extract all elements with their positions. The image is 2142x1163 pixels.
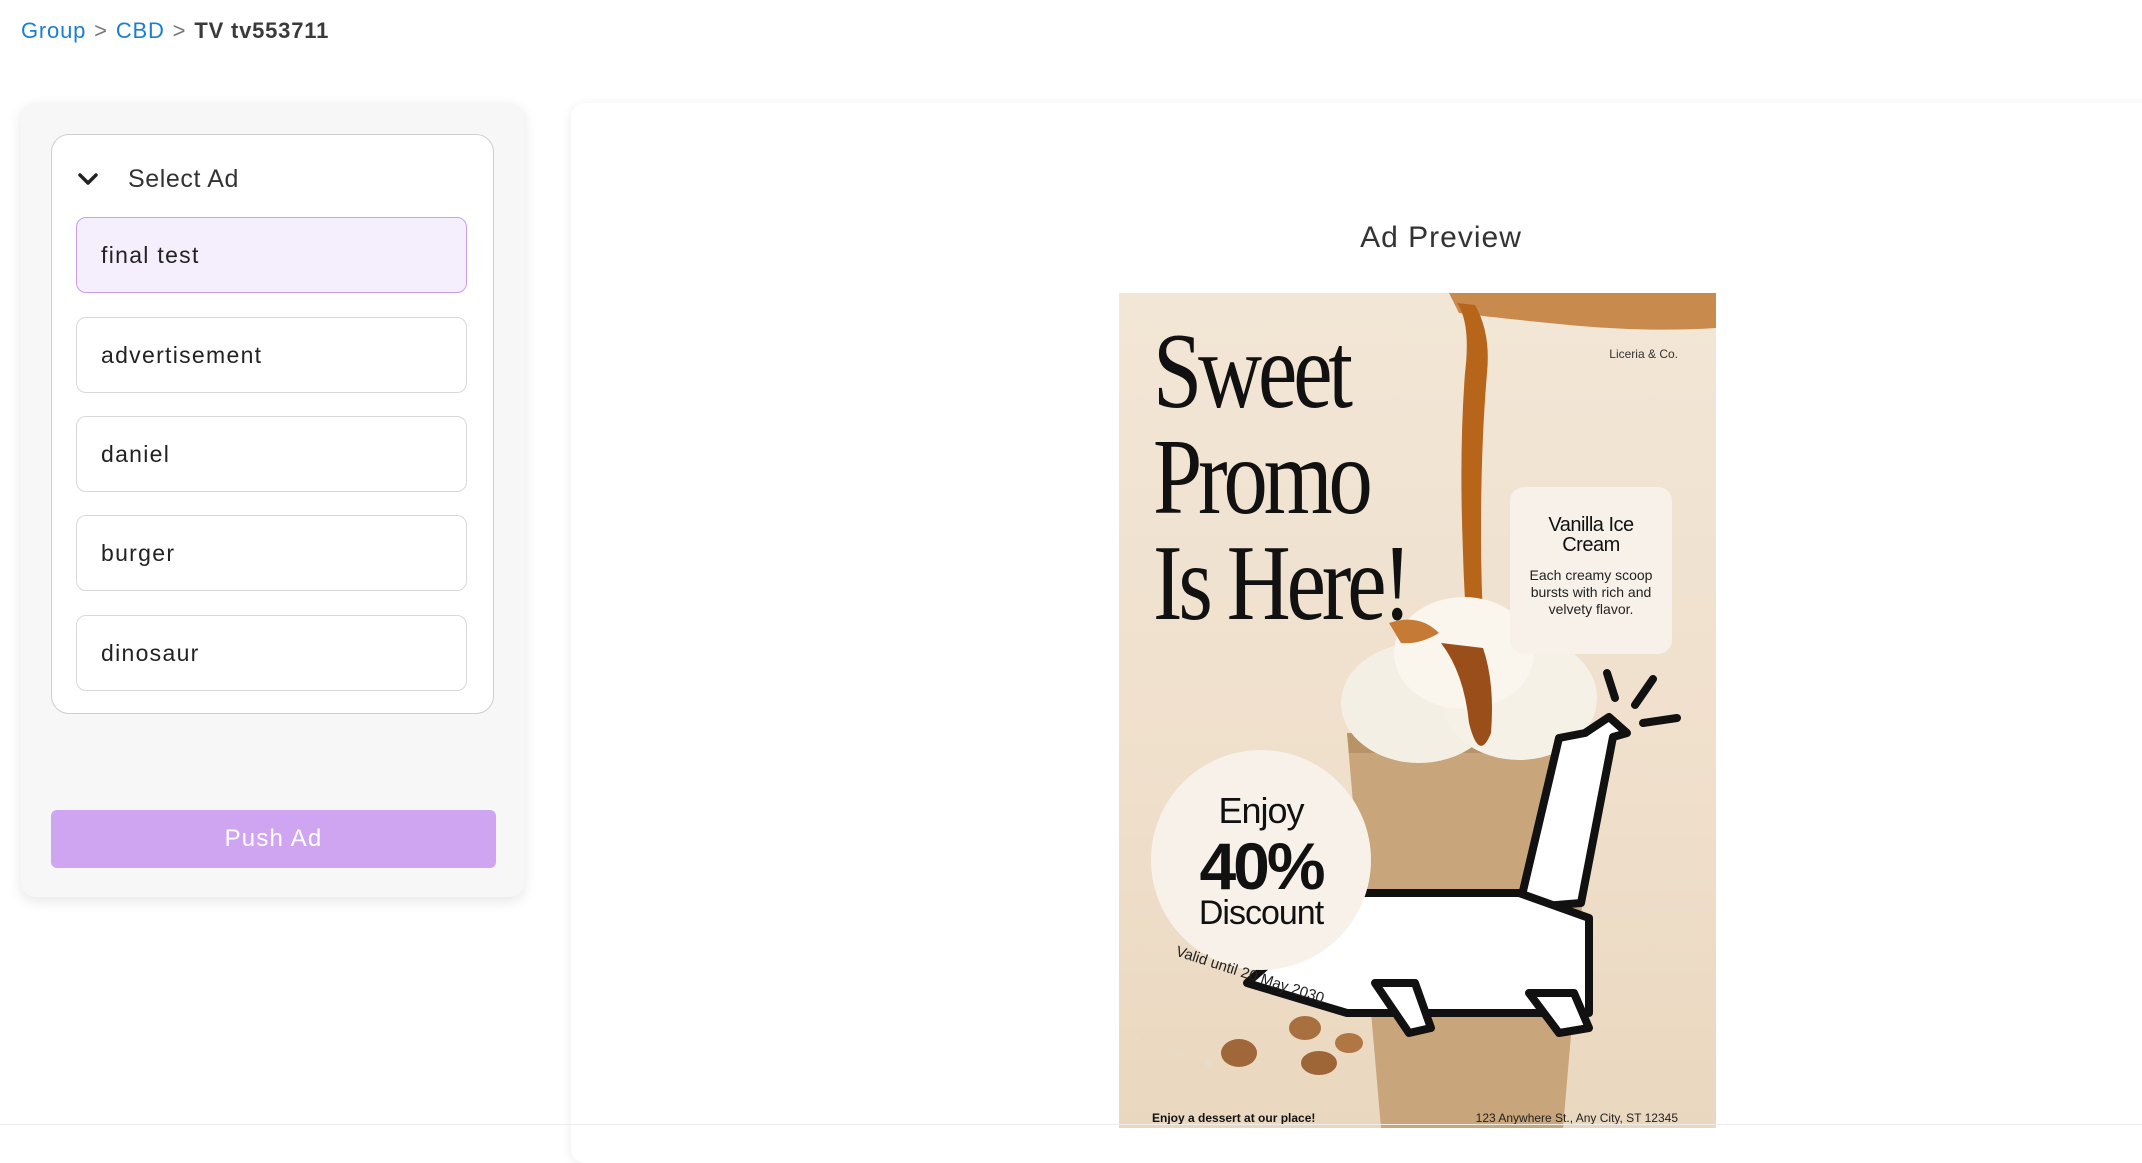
breadcrumb-current: TV tv553711 [194,18,330,43]
product-description: Each creamy scoop bursts with rich and v… [1529,567,1653,617]
breadcrumb-cbd-link[interactable]: CBD [116,18,165,43]
ad-control-panel: Select Ad final test advertisement danie… [21,103,524,897]
discount-enjoy: Enjoy [1218,790,1304,831]
discount-label: Discount [1198,894,1324,932]
poster-brand: Liceria & Co. [1609,347,1678,361]
select-ad-dropdown: Select Ad final test advertisement danie… [51,134,494,714]
ad-preview-panel: Ad Preview Sweet Promo Is Here! Liceria … [571,103,2142,1163]
discount-percent: 40% [1199,829,1325,903]
ad-option-advertisement[interactable]: advertisement [76,317,467,393]
poster-headline-line: Is Here! [1153,524,1412,643]
product-name: Vanilla Ice Cream [1548,514,1634,556]
ad-option-dinosaur[interactable]: dinosaur [76,615,467,691]
poster-headline-line: Sweet [1153,312,1353,431]
breadcrumb-separator: > [172,18,187,43]
poster-product-card: Vanilla Ice Cream Each creamy scoop burs… [1510,487,1672,654]
breadcrumb-separator: > [94,18,108,43]
poster-headline: Sweet Promo Is Here! [1153,312,1412,643]
ad-preview-title: Ad Preview [1360,221,1522,254]
select-ad-title: Select Ad [128,164,240,193]
poster-headline-line: Promo [1153,418,1373,537]
poster-footer-address: 123 Anywhere St., Any City, ST 12345 [1475,1111,1678,1125]
ad-option-final-test[interactable]: final test [76,217,467,293]
ad-option-burger[interactable]: burger [76,515,467,591]
ad-preview-poster: Sweet Promo Is Here! Liceria & Co. Vanil… [1119,293,1716,1128]
select-ad-header[interactable]: Select Ad [74,157,239,201]
breadcrumb-group-link[interactable]: Group [21,18,86,43]
chevron-down-icon[interactable] [74,165,102,193]
breadcrumb: Group > CBD > TV tv553711 [21,18,329,44]
ad-option-daniel[interactable]: daniel [76,416,467,492]
poster-footer-tagline: Enjoy a dessert at our place! [1152,1111,1316,1125]
push-ad-button[interactable]: Push Ad [51,810,496,868]
discount-badge: Enjoy 40% Discount [1151,750,1371,970]
